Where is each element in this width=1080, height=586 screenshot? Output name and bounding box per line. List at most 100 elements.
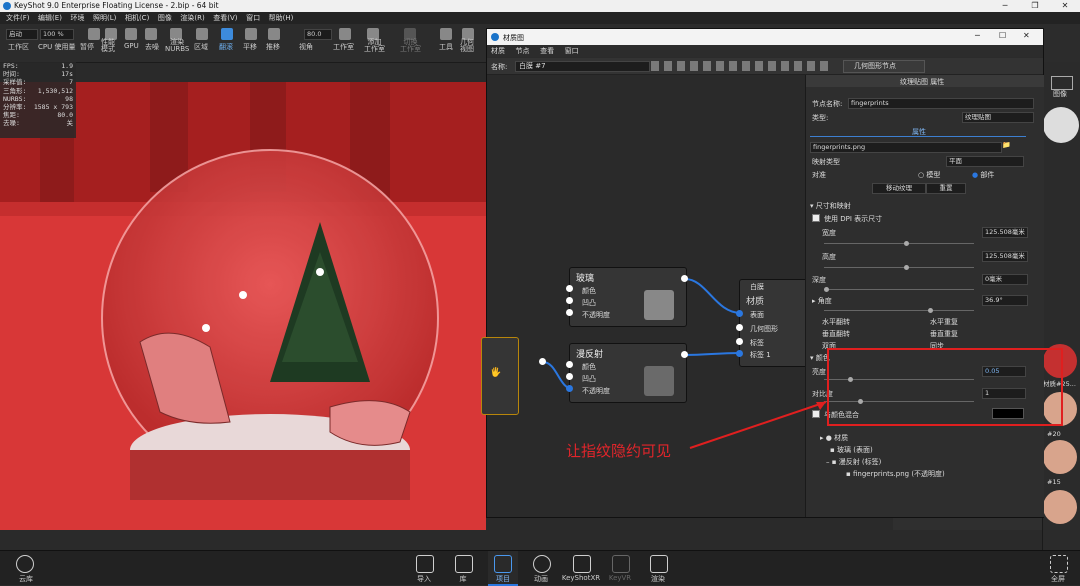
depth-field[interactable]: 0毫米 xyxy=(982,274,1028,285)
mg-menu-node[interactable]: 节点 xyxy=(516,47,530,55)
mapping-type-select[interactable]: 平面 xyxy=(946,156,1024,167)
restore-icon[interactable]: ❐ xyxy=(1020,0,1050,12)
depth-slider[interactable] xyxy=(824,287,974,292)
menu-render[interactable]: 渲染(R) xyxy=(180,12,204,24)
minimize-icon[interactable]: ─ xyxy=(975,31,980,40)
material-node[interactable]: 白膜 材质 表面 几何图形 标签 标签 1 xyxy=(739,279,811,367)
node-input-port[interactable] xyxy=(566,309,573,316)
repeat-vertical-label[interactable]: 垂直重复 xyxy=(930,329,958,339)
close-icon[interactable]: ✕ xyxy=(1050,0,1080,12)
node-input-port-connected[interactable] xyxy=(736,310,743,317)
menu-help[interactable]: 帮助(H) xyxy=(269,12,294,24)
studio-icon[interactable] xyxy=(339,28,351,40)
height-field[interactable]: 125.508毫米 xyxy=(982,251,1028,262)
project-label[interactable]: 项目 xyxy=(483,574,523,584)
dpi-checkbox[interactable] xyxy=(812,214,820,222)
angle-field[interactable]: 36.9° xyxy=(982,295,1028,306)
material-name-field[interactable]: 白膜 #7 xyxy=(515,61,650,72)
geometry-node-button[interactable]: 几何图形节点 xyxy=(843,60,925,73)
node-name-field[interactable]: fingerprints xyxy=(848,98,1034,109)
glass-node[interactable]: 玻璃 颜色 凹凸 不透明度 xyxy=(569,267,687,327)
animation-label[interactable]: 动画 xyxy=(521,574,561,584)
menu-environment[interactable]: 环境 xyxy=(70,12,84,24)
fullscreen-label[interactable]: 全屏 xyxy=(1038,574,1078,584)
fov-field[interactable]: 80.0 xyxy=(304,29,332,40)
mg-menu-window[interactable]: 窗口 xyxy=(565,47,579,55)
material-thumb[interactable] xyxy=(1043,440,1077,474)
minimize-icon[interactable]: ─ xyxy=(990,0,1020,12)
folder-icon[interactable]: 📁 xyxy=(1002,141,1011,149)
keyvr-label[interactable]: KeyVR xyxy=(600,574,640,582)
menu-edit[interactable]: 编辑(E) xyxy=(38,12,62,24)
graph-tool-icons[interactable] xyxy=(651,61,831,71)
height-slider[interactable] xyxy=(824,265,974,270)
menu-lighting[interactable]: 照明(L) xyxy=(93,12,116,24)
library-label[interactable]: 库 xyxy=(443,574,483,584)
flip-horizontal-label[interactable]: 水平翻转 xyxy=(822,317,850,327)
flip-vertical-label[interactable]: 垂直翻转 xyxy=(822,329,850,339)
diffuse-node[interactable]: 漫反射 颜色 凹凸 不透明度 xyxy=(569,343,687,403)
width-slider[interactable] xyxy=(824,241,974,246)
fullscreen-icon[interactable] xyxy=(1050,555,1068,573)
close-icon[interactable]: ✕ xyxy=(1023,31,1030,40)
denoise-icon[interactable] xyxy=(145,28,157,40)
render-icon[interactable] xyxy=(650,555,668,573)
menu-view[interactable]: 查看(V) xyxy=(213,12,237,24)
pan-icon[interactable] xyxy=(245,28,257,40)
node-input-port[interactable] xyxy=(566,373,573,380)
node-input-port[interactable] xyxy=(566,361,573,368)
import-label[interactable]: 导入 xyxy=(404,574,444,584)
menu-file[interactable]: 文件(F) xyxy=(6,12,30,24)
mg-menu-material[interactable]: 材质 xyxy=(491,47,505,55)
keyshotxr-icon[interactable] xyxy=(573,555,591,573)
texture-file-field[interactable]: fingerprints.png xyxy=(810,142,1002,153)
menu-camera[interactable]: 相机(C) xyxy=(125,12,149,24)
project-icon[interactable] xyxy=(494,555,512,573)
width-field[interactable]: 125.508毫米 xyxy=(982,227,1028,238)
node-input-port[interactable] xyxy=(566,297,573,304)
render-viewport[interactable] xyxy=(0,82,486,530)
repeat-horizontal-label[interactable]: 水平重复 xyxy=(930,317,958,327)
cpu-usage-field[interactable]: 100 % xyxy=(40,29,74,40)
node-input-port[interactable] xyxy=(736,338,743,345)
keyvr-icon[interactable] xyxy=(612,555,630,573)
workspace-select[interactable]: 启动 xyxy=(6,29,38,40)
node-input-port-connected[interactable] xyxy=(736,350,743,357)
material-thumb[interactable] xyxy=(1043,490,1077,524)
render-label[interactable]: 渲染 xyxy=(638,574,678,584)
align-model-radio[interactable]: ○ 模型 xyxy=(918,170,940,180)
image-icon[interactable] xyxy=(1051,76,1073,90)
dolly-icon[interactable] xyxy=(268,28,280,40)
angle-slider[interactable] xyxy=(824,308,974,313)
cloud-library-icon[interactable] xyxy=(16,555,34,573)
node-output-port[interactable] xyxy=(539,358,546,365)
gpu-icon[interactable] xyxy=(125,28,137,40)
node-output-port[interactable] xyxy=(681,351,688,358)
node-input-port[interactable] xyxy=(736,324,743,331)
type-select[interactable]: 纹理贴图 xyxy=(962,112,1034,123)
pause-icon[interactable] xyxy=(88,28,100,40)
material-thumb[interactable] xyxy=(1043,107,1079,143)
menu-image[interactable]: 图像 xyxy=(158,12,172,24)
texture-node[interactable]: 🖐 xyxy=(481,337,519,415)
region-icon[interactable] xyxy=(196,28,208,40)
node-output-port[interactable] xyxy=(681,275,688,282)
maximize-icon[interactable]: ☐ xyxy=(999,31,1006,40)
tree-fingerprints[interactable]: ▪ fingerprints.png (不透明度) xyxy=(846,469,945,479)
reset-button[interactable]: 重置 xyxy=(926,183,966,194)
tools-icon[interactable] xyxy=(440,28,452,40)
menu-window[interactable]: 窗口 xyxy=(246,12,260,24)
node-input-port[interactable] xyxy=(566,285,573,292)
cloud-library-label[interactable]: 云库 xyxy=(6,574,46,584)
size-mapping-section[interactable]: ▾ 尺寸和映射 xyxy=(810,201,1022,210)
mg-menu-view[interactable]: 查看 xyxy=(540,47,554,55)
library-icon[interactable] xyxy=(455,555,473,573)
animation-icon[interactable] xyxy=(533,555,551,573)
tumble-icon[interactable] xyxy=(221,28,233,40)
move-texture-button[interactable]: 移动纹理 xyxy=(872,183,926,194)
keyshotxr-label[interactable]: KeyShotXR xyxy=(561,574,601,582)
node-input-port-connected[interactable] xyxy=(566,385,573,392)
import-icon[interactable] xyxy=(416,555,434,573)
align-part-radio[interactable]: ● 部件 xyxy=(972,170,994,180)
tree-glass[interactable]: ▪ 玻璃 (表面) xyxy=(830,445,873,455)
